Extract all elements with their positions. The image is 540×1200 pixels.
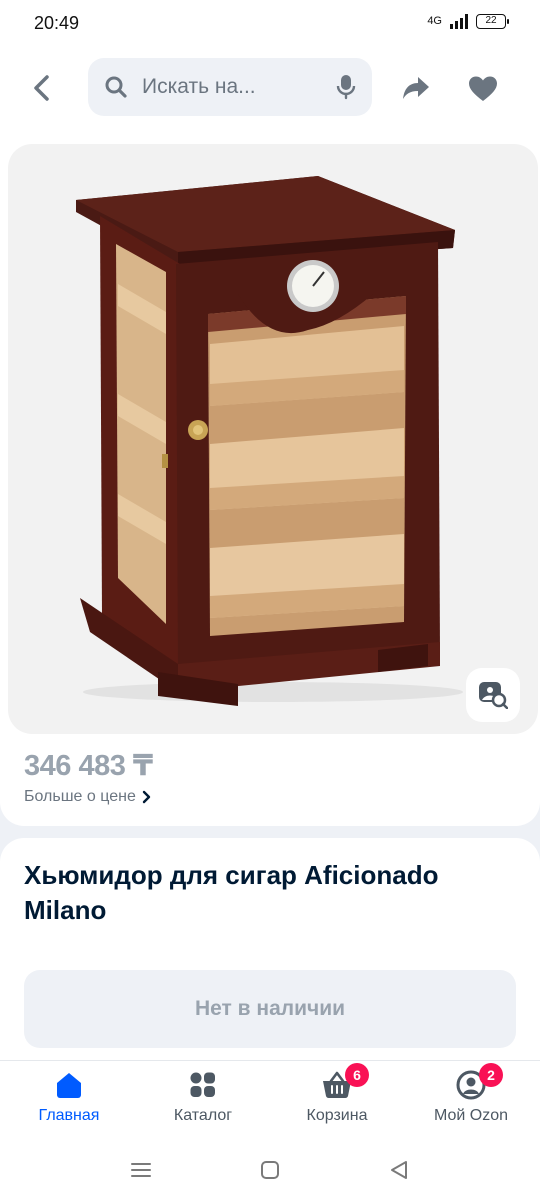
heart-icon <box>469 76 497 101</box>
search-input[interactable]: Искать на... <box>88 58 372 116</box>
tab-profile-label: Мой Ozon <box>433 1107 509 1124</box>
cart-badge: 6 <box>345 1063 369 1087</box>
battery-level: 22 <box>485 14 497 26</box>
chevron-left-icon <box>34 75 49 101</box>
product-info-card: Хьюмидор для сигар Aficionado Milano Нет… <box>0 838 540 1078</box>
tab-catalog[interactable]: Каталог <box>136 1069 270 1139</box>
tab-home[interactable]: Главная <box>2 1069 136 1139</box>
price-details-label: Больше о цене <box>24 788 136 805</box>
system-navigation-bar <box>0 1140 540 1200</box>
recent-apps-button[interactable] <box>125 1154 157 1186</box>
share-icon <box>403 77 429 99</box>
favorite-button[interactable] <box>463 68 503 108</box>
back-button[interactable] <box>22 68 62 108</box>
tab-profile[interactable]: 2 Мой Ozon <box>404 1063 538 1139</box>
bottom-tab-bar: Главная Каталог 6 Корзина 2 Мой Ozon <box>0 1060 540 1140</box>
product-image <box>76 176 463 706</box>
image-search-button[interactable] <box>466 668 520 722</box>
top-bar: Искать на... <box>0 46 540 136</box>
triangle-back-icon <box>391 1161 407 1179</box>
product-price: 346 483 ₸ <box>24 750 153 782</box>
product-card: 346 483 ₸ Больше о цене <box>0 136 540 826</box>
cart-icon: 6 <box>321 1063 369 1101</box>
profile-badge: 2 <box>479 1063 503 1087</box>
out-of-stock-button[interactable]: Нет в наличии <box>24 970 516 1048</box>
square-icon <box>261 1161 279 1179</box>
search-placeholder: Искать на... <box>142 75 256 98</box>
product-title: Хьюмидор для сигар Aficionado Milano <box>24 860 439 925</box>
profile-icon: 2 <box>455 1063 503 1101</box>
system-back-button[interactable] <box>383 1154 415 1186</box>
catalog-icon <box>187 1069 219 1101</box>
share-button[interactable] <box>396 68 436 108</box>
chevron-right-icon <box>142 790 151 804</box>
tab-cart-label: Корзина <box>306 1107 368 1124</box>
image-search-icon <box>479 682 508 709</box>
tab-catalog-label: Каталог <box>173 1107 233 1124</box>
microphone-icon[interactable] <box>336 74 356 100</box>
tab-home-label: Главная <box>38 1107 100 1124</box>
menu-icon <box>131 1163 151 1177</box>
battery-icon: 22 <box>476 13 509 29</box>
home-system-button[interactable] <box>254 1154 286 1186</box>
network-type: 4G <box>427 15 442 27</box>
search-icon <box>105 76 127 98</box>
price-details-link[interactable]: Больше о цене <box>24 788 152 806</box>
product-gallery[interactable] <box>8 144 538 734</box>
status-bar: 20:49 4G 22 <box>0 0 540 46</box>
home-icon <box>53 1069 85 1101</box>
status-time: 20:49 <box>34 13 80 33</box>
tab-cart[interactable]: 6 Корзина <box>270 1063 404 1139</box>
signal-icon <box>450 13 468 29</box>
status-icons: 4G 22 <box>427 13 509 29</box>
